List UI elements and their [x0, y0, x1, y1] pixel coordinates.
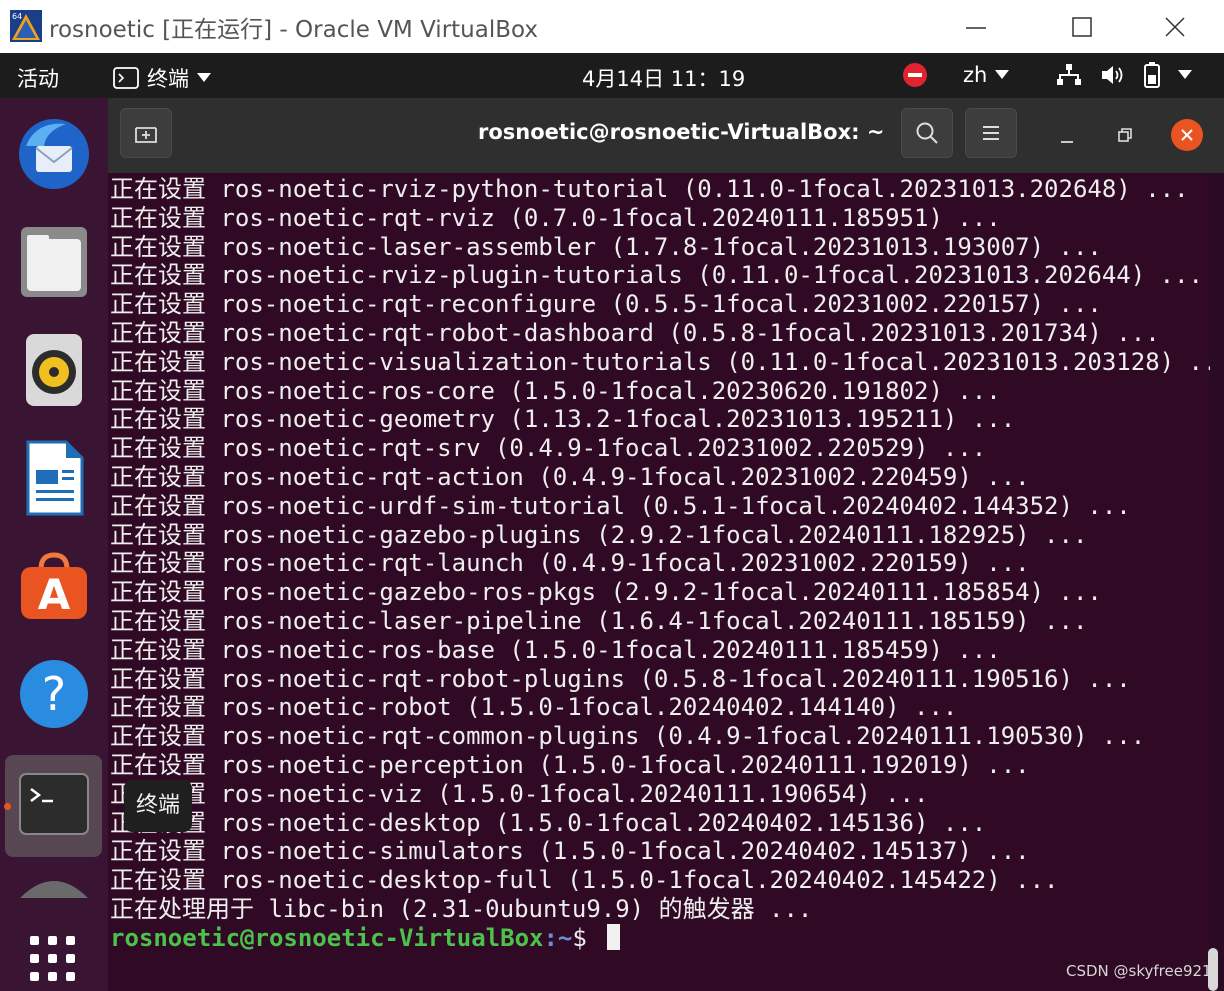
app-menu[interactable]: 终端 — [113, 63, 211, 93]
new-tab-icon — [135, 127, 157, 143]
disc-icon[interactable] — [20, 878, 88, 898]
dock-item-writer[interactable] — [14, 438, 94, 518]
volume-icon — [1102, 66, 1123, 84]
window-title: rosnoetic [正在运行] - Oracle VM VirtualBox — [49, 17, 538, 43]
thunderbird-icon — [19, 119, 89, 189]
dock-item-terminal[interactable] — [5, 755, 102, 857]
terminal-line: 正在设置 ros-noetic-perception (1.5.0-1focal… — [110, 750, 1030, 779]
dock-item-rhythmbox[interactable] — [14, 330, 94, 410]
terminal-line: 正在设置 ros-noetic-laser-pipeline (1.6.4-1f… — [110, 606, 1088, 635]
activities-button[interactable]: 活动 — [17, 63, 59, 93]
system-menu-arrow-icon — [1178, 70, 1192, 79]
battery-icon — [1144, 62, 1160, 88]
minimize-icon — [966, 26, 986, 29]
close-icon — [1181, 129, 1193, 141]
terminal-line: 正在设置 ros-noetic-geometry (1.13.2-1focal.… — [110, 405, 1016, 434]
terminal-line: 正在设置 ros-noetic-laser-assembler (1.7.8-1… — [110, 232, 1102, 261]
language-label: zh — [963, 63, 988, 87]
terminal-line: 正在设置 ros-noetic-rviz-python-tutorial (0.… — [110, 175, 1189, 203]
dock: A ? — [0, 98, 108, 991]
hamburger-icon — [983, 126, 999, 140]
help-icon: ? — [20, 660, 88, 728]
maximize-button[interactable] — [1052, 0, 1112, 53]
terminal-line: 正在设置 ros-noetic-ros-base (1.5.0-1focal.2… — [110, 635, 1001, 664]
dock-item-thunderbird[interactable] — [14, 114, 94, 194]
dock-item-help[interactable]: ? — [14, 654, 94, 734]
prompt-line: rosnoetic@rosnoetic-VirtualBox:~$ — [110, 923, 1224, 953]
terminal-line: 正在设置 ros-noetic-rviz-plugin-tutorials (0… — [110, 261, 1203, 290]
top-panel: 活动 终端 4月14日 11：19 zh — [0, 53, 1224, 98]
terminal-line: 正在设置 ros-noetic-gazebo-ros-pkgs (2.9.2-1… — [110, 578, 1102, 607]
watermark: CSDN @skyfree921 — [1066, 962, 1212, 980]
virtualbox-icon: 64 — [10, 10, 42, 42]
host-title-bar: 64 rosnoetic [正在运行] - Oracle VM VirtualB… — [0, 0, 1224, 53]
terminal-line: 正在设置 ros-noetic-rqt-action (0.4.9-1focal… — [110, 462, 1030, 491]
running-indicator — [4, 803, 11, 810]
ubuntu-software-icon: A — [21, 552, 87, 619]
restore-icon — [1118, 128, 1132, 142]
terminal-output[interactable]: 正在设置 ros-noetic-rviz-python-tutorial (0.… — [108, 173, 1224, 991]
terminal-line: 正在设置 ros-noetic-rqt-launch (0.4.9-1focal… — [110, 549, 1030, 578]
terminal-line: 正在设置 ros-noetic-gazebo-plugins (2.9.2-1f… — [110, 520, 1088, 549]
terminal-line: 正在设置 ros-noetic-ros-core (1.5.0-1focal.2… — [110, 376, 1001, 405]
network-icon — [1057, 64, 1081, 85]
chevron-down-icon — [197, 73, 211, 82]
prompt-user: rosnoetic@rosnoetic-VirtualBox — [110, 923, 544, 952]
close-icon — [1165, 16, 1185, 37]
menu-button[interactable] — [965, 108, 1017, 158]
search-icon — [916, 122, 938, 144]
terminal-line: 正在设置 ros-noetic-robot (1.5.0-1focal.2024… — [110, 693, 958, 722]
scrollbar-track[interactable] — [1210, 173, 1224, 991]
terminal-close-button[interactable] — [1171, 119, 1203, 151]
svg-text:A: A — [38, 570, 71, 619]
search-button[interactable] — [901, 108, 953, 158]
chevron-down-icon — [995, 70, 1010, 79]
show-apps-button[interactable] — [28, 934, 78, 988]
terminal-line: 正在设置 ros-noetic-rqt-robot-dashboard (0.5… — [110, 318, 1160, 347]
files-icon — [21, 227, 87, 297]
terminal-line: 正在设置 ros-noetic-rqt-common-plugins (0.4.… — [110, 722, 1146, 751]
terminal-line: 正在设置 ros-noetic-urdf-sim-tutorial (0.5.1… — [110, 491, 1131, 520]
no-entry-icon[interactable] — [902, 62, 928, 88]
language-selector[interactable]: zh — [963, 63, 1010, 87]
dock-item-ubuntu-software[interactable]: A — [14, 546, 94, 626]
terminal-icon — [19, 773, 89, 835]
text-cursor[interactable] — [607, 923, 621, 950]
terminal-header-bar: rosnoetic@rosnoetic-VirtualBox: ~ — [108, 98, 1224, 173]
dock-tooltip: 终端 — [124, 780, 193, 832]
svg-text:64: 64 — [12, 12, 22, 21]
svg-text:?: ? — [42, 667, 66, 721]
system-status-area[interactable] — [1056, 62, 1192, 88]
terminal-lines: 正在设置 ros-noetic-rviz-python-tutorial (0.… — [110, 175, 1224, 953]
terminal-restore-button[interactable] — [1110, 120, 1140, 150]
terminal-minimize-button[interactable] — [1052, 122, 1082, 152]
dock-item-files[interactable] — [14, 222, 94, 302]
clock[interactable]: 4月14日 11：19 — [582, 63, 745, 93]
prompt-path: :~ — [543, 923, 573, 952]
libreoffice-writer-icon — [26, 440, 84, 516]
prompt-symbol: $ — [572, 923, 602, 952]
terminal-line: 正在设置 ros-noetic-visualization-tutorials … — [110, 347, 1224, 376]
terminal-small-icon — [113, 67, 139, 89]
app-menu-label: 终端 — [147, 67, 189, 91]
terminal-line: 正在处理用于 libc-bin (2.31-0ubuntu9.9) 的触发器 .… — [110, 894, 813, 923]
terminal-line: 正在设置 ros-noetic-rqt-robot-plugins (0.5.8… — [110, 664, 1131, 693]
terminal-line: 正在设置 ros-noetic-viz (1.5.0-1focal.202401… — [110, 779, 929, 808]
terminal-line: 正在设置 ros-noetic-simulators (1.5.0-1focal… — [110, 837, 1030, 866]
show-apps-icon — [30, 936, 75, 981]
terminal-line: 正在设置 ros-noetic-desktop-full (1.5.0-1foc… — [110, 866, 1059, 895]
rhythmbox-icon — [26, 334, 82, 406]
terminal-line: 正在设置 ros-noetic-rqt-srv (0.4.9-1focal.20… — [110, 434, 987, 463]
terminal-line: 正在设置 ros-noetic-desktop (1.5.0-1focal.20… — [110, 808, 987, 837]
terminal-line: 正在设置 ros-noetic-rqt-rviz (0.7.0-1focal.2… — [110, 203, 1001, 232]
minimize-button[interactable] — [946, 0, 1006, 53]
new-tab-button[interactable] — [120, 108, 172, 158]
close-button[interactable] — [1145, 0, 1205, 53]
terminal-line: 正在设置 ros-noetic-rqt-reconfigure (0.5.5-1… — [110, 290, 1102, 319]
terminal-title: rosnoetic@rosnoetic-VirtualBox: ~ — [478, 120, 885, 144]
minimize-icon — [1061, 141, 1073, 143]
maximize-icon — [1072, 16, 1092, 37]
